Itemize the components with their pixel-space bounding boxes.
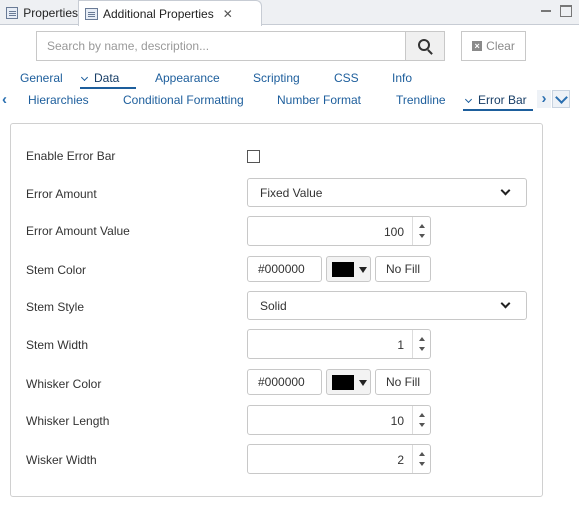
stepper-value: 10 <box>390 414 404 428</box>
clear-label: Clear <box>486 39 515 53</box>
stepper-down-icon[interactable] <box>419 234 425 238</box>
stepper-arrows[interactable] <box>412 445 430 473</box>
stem-style-label: Stem Style <box>26 300 85 314</box>
enable-error-bar-checkbox[interactable] <box>247 150 260 163</box>
error-amount-label: Error Amount <box>26 187 97 201</box>
view-tab-bar: Properties Additional Properties ✕ <box>0 0 579 26</box>
stem-style-value: Solid <box>260 298 287 313</box>
stepper-down-icon[interactable] <box>419 347 425 351</box>
search-input[interactable] <box>36 31 406 61</box>
stem-width-label: Stem Width <box>26 338 89 352</box>
properties-icon <box>85 7 98 20</box>
tab-number-format[interactable]: Number Format <box>277 93 361 107</box>
tab-data[interactable]: Data <box>80 71 119 85</box>
search-button[interactable] <box>405 31 445 61</box>
tab-hierarchies[interactable]: Hierarchies <box>28 93 89 107</box>
color-swatch <box>332 262 354 277</box>
chevron-down-icon <box>500 298 511 309</box>
scroll-right-icon[interactable]: › <box>537 90 551 108</box>
error-amount-select[interactable]: Fixed Value <box>247 178 527 207</box>
active-tab-underline <box>463 109 533 111</box>
tab-info[interactable]: Info <box>392 71 412 85</box>
scroll-left-icon[interactable]: ‹ <box>2 91 7 108</box>
wisker-width-label: Wisker Width <box>26 453 97 467</box>
view-tab-properties[interactable]: Properties <box>0 0 78 25</box>
tab-error-bar-label: Error Bar <box>478 93 527 107</box>
whisker-length-stepper[interactable]: 10 <box>247 405 431 435</box>
stem-width-stepper[interactable]: 1 <box>247 329 431 359</box>
tab-scripting[interactable]: Scripting <box>253 71 300 85</box>
chevron-down-icon <box>80 73 89 82</box>
minimize-icon[interactable] <box>540 5 552 17</box>
error-amount-value-stepper[interactable]: 100 <box>247 216 431 246</box>
active-tab-underline <box>80 87 136 89</box>
stepper-arrows[interactable] <box>412 406 430 434</box>
search-icon <box>418 39 430 51</box>
error-amount-value: Fixed Value <box>260 185 323 200</box>
tab-conditional-formatting[interactable]: Conditional Formatting <box>123 93 244 107</box>
whisker-color-picker[interactable] <box>326 369 371 395</box>
maximize-icon[interactable] <box>560 5 572 17</box>
error-amount-value-label: Error Amount Value <box>26 224 130 238</box>
clear-icon: × <box>472 41 483 51</box>
enable-error-bar-label: Enable Error Bar <box>26 149 116 163</box>
stepper-arrows[interactable] <box>412 217 430 245</box>
tab-general[interactable]: General <box>20 71 63 85</box>
dropdown-arrow-icon <box>359 380 367 386</box>
properties-window: Properties Additional Properties ✕ × Cle… <box>0 0 579 507</box>
stepper-down-icon[interactable] <box>419 423 425 427</box>
whisker-length-label: Whisker Length <box>26 414 110 428</box>
chevron-down-icon <box>464 95 473 104</box>
tab-appearance[interactable]: Appearance <box>155 71 220 85</box>
wisker-width-stepper[interactable]: 2 <box>247 444 431 474</box>
stem-color-no-fill-button[interactable]: No Fill <box>375 256 431 282</box>
stem-color-picker[interactable] <box>326 256 371 282</box>
color-swatch <box>332 375 354 390</box>
view-tab-additional-properties[interactable]: Additional Properties ✕ <box>78 0 262 26</box>
dropdown-arrow-icon <box>359 267 367 273</box>
stepper-down-icon[interactable] <box>419 462 425 466</box>
stepper-up-icon[interactable] <box>419 337 425 341</box>
more-tabs-chevron-icon[interactable] <box>552 90 570 108</box>
stepper-value: 1 <box>397 338 404 352</box>
stem-color-hex-input[interactable]: #000000 <box>247 256 322 282</box>
whisker-color-label: Whisker Color <box>26 377 102 391</box>
stepper-arrows[interactable] <box>412 330 430 358</box>
properties-icon <box>6 6 19 19</box>
stepper-up-icon[interactable] <box>419 413 425 417</box>
tab-trendline[interactable]: Trendline <box>396 93 446 107</box>
stem-color-label: Stem Color <box>26 263 87 277</box>
view-tab-label: Additional Properties <box>103 6 214 21</box>
chevron-down-icon <box>500 185 511 196</box>
stepper-value: 100 <box>383 225 404 239</box>
close-icon[interactable]: ✕ <box>223 7 233 21</box>
stem-style-select[interactable]: Solid <box>247 291 527 320</box>
tab-error-bar[interactable]: Error Bar <box>464 93 527 107</box>
whisker-color-no-fill-button[interactable]: No Fill <box>375 369 431 395</box>
stepper-value: 2 <box>397 453 404 467</box>
tab-data-label: Data <box>94 71 120 85</box>
tab-css[interactable]: CSS <box>334 71 359 85</box>
whisker-color-hex-input[interactable]: #000000 <box>247 369 322 395</box>
stepper-up-icon[interactable] <box>419 224 425 228</box>
view-tab-label: Properties <box>23 5 78 20</box>
stepper-up-icon[interactable] <box>419 452 425 456</box>
clear-button[interactable]: × Clear <box>461 31 526 61</box>
